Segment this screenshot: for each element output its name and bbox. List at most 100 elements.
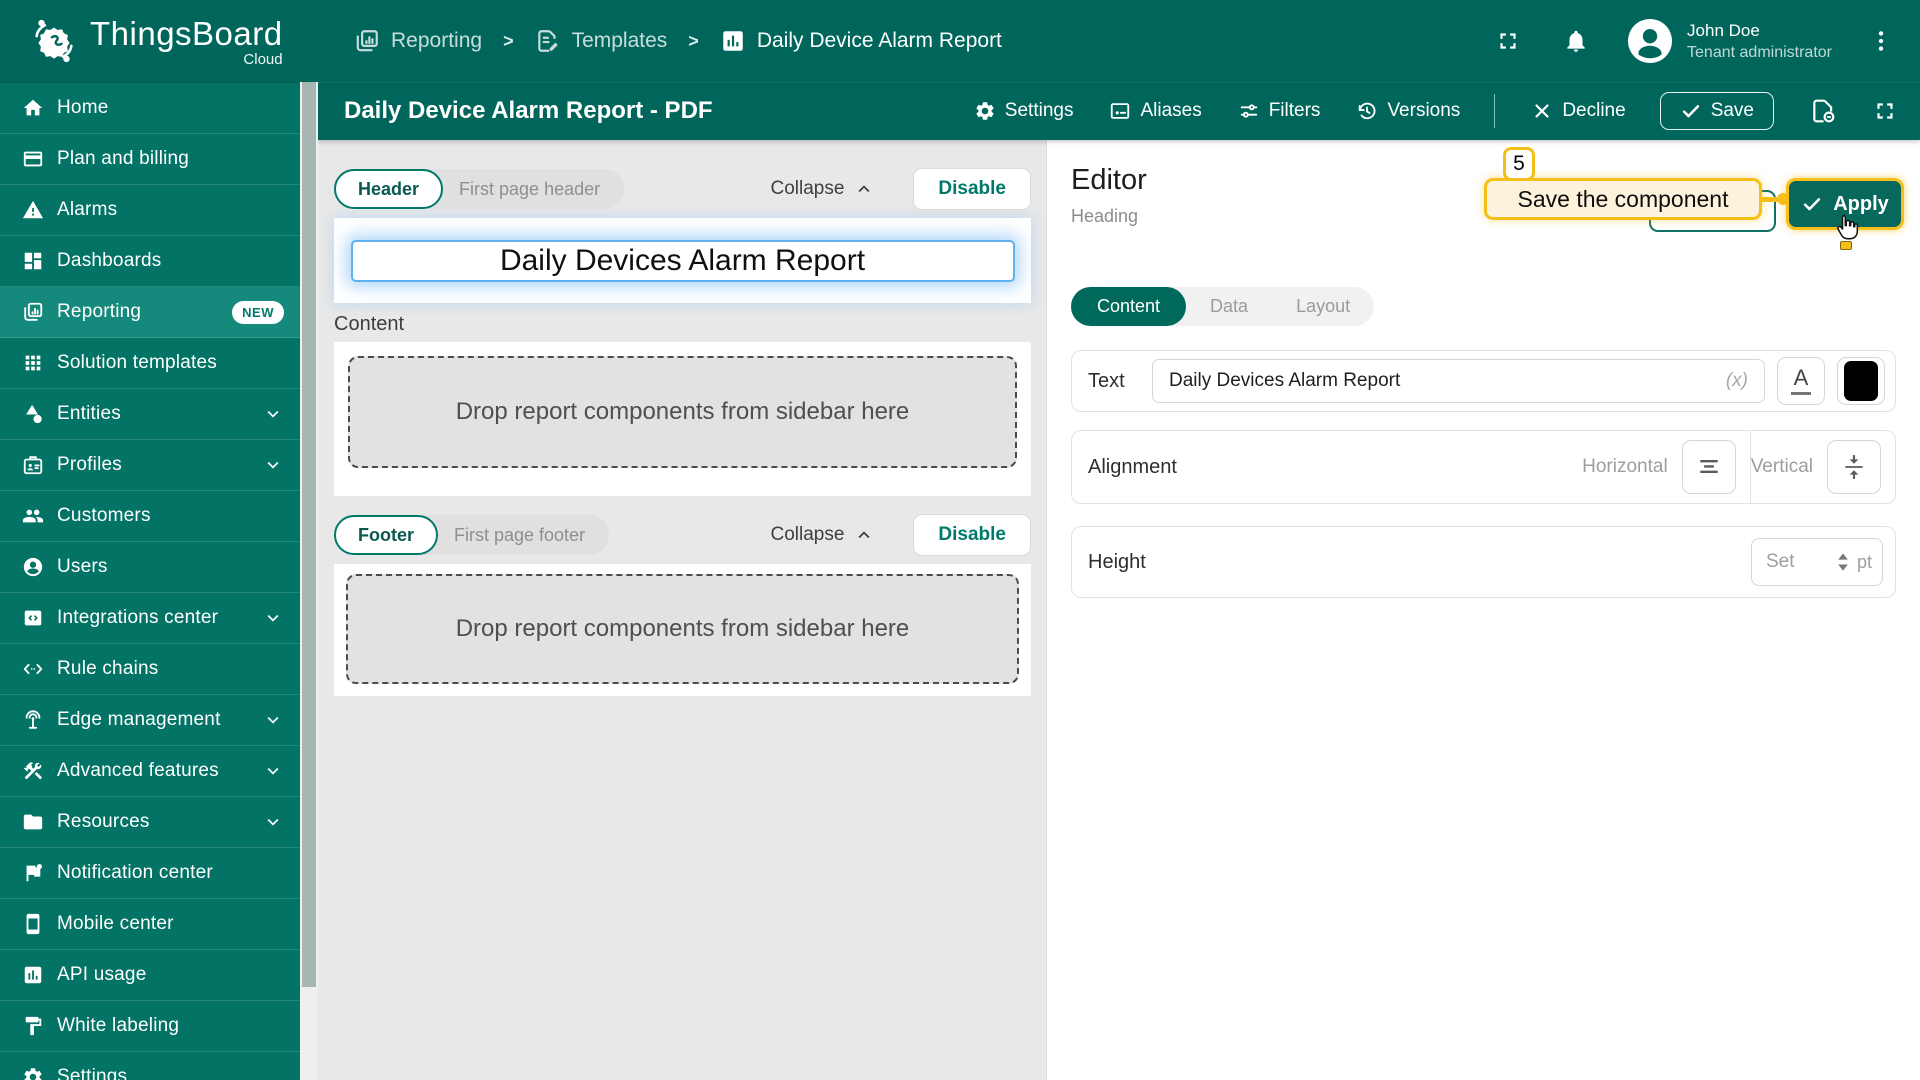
horizontal-align-button[interactable] bbox=[1681, 440, 1736, 494]
sidebar-item-reporting[interactable]: Reporting NEW bbox=[0, 287, 300, 338]
sidebar-item-label: Edge management bbox=[57, 709, 221, 730]
text-input[interactable]: Daily Devices Alarm Report (x) bbox=[1152, 359, 1765, 403]
vertical-align-button[interactable] bbox=[1827, 440, 1881, 494]
sidebar-item-label: Customers bbox=[57, 505, 151, 526]
save-button[interactable]: Save bbox=[1659, 92, 1774, 130]
sidebar-item-home[interactable]: Home bbox=[0, 83, 300, 134]
toolbar-fullscreen-icon[interactable] bbox=[1872, 98, 1898, 124]
report-title: Daily Device Alarm Report - PDF bbox=[344, 97, 713, 124]
home-icon bbox=[22, 97, 44, 119]
font-settings-button[interactable]: A bbox=[1777, 357, 1825, 405]
check-icon bbox=[1801, 193, 1823, 215]
height-input[interactable]: Set pt bbox=[1751, 538, 1883, 586]
height-stepper bbox=[1836, 552, 1850, 572]
aliases-button[interactable]: Aliases bbox=[1109, 100, 1202, 122]
fullscreen-icon[interactable] bbox=[1495, 28, 1521, 54]
chevron-up-icon bbox=[853, 524, 875, 546]
heading-component-input[interactable]: Daily Devices Alarm Report bbox=[350, 239, 1015, 282]
breadcrumb-item-1[interactable]: Reporting bbox=[354, 28, 482, 54]
avatar[interactable] bbox=[1627, 18, 1673, 64]
sidebar-item-integrations-center[interactable]: Integrations center bbox=[0, 593, 300, 644]
header-collapse-button[interactable]: Collapse bbox=[770, 178, 875, 200]
sidebar-item-alarms[interactable]: Alarms bbox=[0, 185, 300, 236]
stepper-down-icon[interactable] bbox=[1836, 563, 1850, 572]
insert-variable-button[interactable]: (x) bbox=[1726, 370, 1748, 392]
sidebar-item-edge-management[interactable]: Edge management bbox=[0, 695, 300, 746]
sidebar-item-advanced-features[interactable]: Advanced features bbox=[0, 746, 300, 797]
rulechains-icon bbox=[22, 658, 44, 680]
notifications-bell-icon[interactable] bbox=[1563, 28, 1589, 54]
annotation-tooltip: Save the component bbox=[1484, 178, 1762, 220]
footer-disable-button[interactable]: Disable bbox=[913, 514, 1031, 556]
sidebar-item-label: Alarms bbox=[57, 199, 118, 220]
sidebar-item-settings[interactable]: Settings bbox=[0, 1052, 300, 1080]
header-toggle-group: Header First page header bbox=[334, 169, 625, 209]
sidebar-item-dashboards[interactable]: Dashboards bbox=[0, 236, 300, 287]
first-page-header-chip[interactable]: First page header bbox=[443, 179, 624, 200]
resources-icon bbox=[22, 811, 44, 833]
footer-collapse-button[interactable]: Collapse bbox=[770, 524, 875, 546]
sidebar-item-entities[interactable]: Entities bbox=[0, 389, 300, 440]
settings-button[interactable]: Settings bbox=[974, 100, 1073, 122]
sidebar-item-users[interactable]: Users bbox=[0, 542, 300, 593]
content-section-label: Content bbox=[334, 313, 405, 335]
new-badge: NEW bbox=[232, 300, 284, 324]
vertical-align-center-icon bbox=[1841, 454, 1867, 480]
api-icon bbox=[22, 964, 44, 986]
reporting-icon bbox=[354, 28, 380, 54]
tab-layout[interactable]: Layout bbox=[1272, 287, 1374, 326]
footer-chip[interactable]: Footer bbox=[334, 515, 438, 555]
breadcrumb-item-2[interactable]: Templates bbox=[535, 28, 667, 54]
sidebar-item-resources[interactable]: Resources bbox=[0, 797, 300, 848]
brand-sub: Cloud bbox=[243, 50, 283, 68]
filters-button[interactable]: Filters bbox=[1238, 100, 1320, 122]
sidebar-item-rule-chains[interactable]: Rule chains bbox=[0, 644, 300, 695]
sidebar-item-customers[interactable]: Customers bbox=[0, 491, 300, 542]
height-row: Height Set pt bbox=[1071, 526, 1896, 598]
brand-name: ThingsBoard bbox=[90, 14, 283, 52]
report-preview-icon[interactable] bbox=[1810, 98, 1836, 124]
sidebar-item-solution-templates[interactable]: Solution templates bbox=[0, 338, 300, 389]
toolbar-actions: Settings Aliases Filters Versions bbox=[938, 100, 1460, 122]
user-menu[interactable]: John Doe Tenant administrator bbox=[1687, 21, 1832, 62]
toolbar-divider bbox=[1494, 94, 1496, 128]
underline-a-icon: A bbox=[1791, 367, 1811, 395]
header-chip[interactable]: Header bbox=[334, 169, 444, 209]
annotation-click-marker bbox=[1840, 241, 1852, 250]
sidebar-scrollbar-track bbox=[300, 82, 318, 1080]
font-color-button[interactable] bbox=[1837, 357, 1885, 405]
stepper-up-icon[interactable] bbox=[1836, 552, 1850, 561]
tab-content[interactable]: Content bbox=[1071, 287, 1187, 326]
sidebar-item-label: Solution templates bbox=[57, 352, 217, 373]
sidebar-item-white-labeling[interactable]: White labeling bbox=[0, 1001, 300, 1052]
breadcrumb-item-3[interactable]: Daily Device Alarm Report bbox=[720, 28, 1002, 54]
horizontal-label: Horizontal bbox=[1582, 456, 1668, 477]
versions-icon bbox=[1356, 100, 1378, 122]
height-label: Height bbox=[1088, 550, 1146, 573]
height-placeholder: Set bbox=[1766, 551, 1795, 572]
users-icon bbox=[22, 556, 44, 578]
sidebar-item-profiles[interactable]: Profiles bbox=[0, 440, 300, 491]
sidebar-item-label: Advanced features bbox=[57, 760, 219, 781]
templates-icon bbox=[535, 28, 561, 54]
sidebar-scrollbar-thumb[interactable] bbox=[302, 82, 316, 987]
sidebar-item-label: Users bbox=[57, 556, 108, 577]
header-disable-button[interactable]: Disable bbox=[913, 168, 1031, 210]
decline-button[interactable]: Decline bbox=[1531, 100, 1626, 122]
tab-data[interactable]: Data bbox=[1186, 287, 1272, 326]
brand[interactable]: ThingsBoard Cloud bbox=[0, 15, 300, 68]
content-dropzone[interactable]: Drop report components from sidebar here bbox=[348, 356, 1017, 468]
topbar: ThingsBoard Cloud Reporting > Templates > Da… bbox=[0, 0, 1920, 82]
sidebar-item-notification-center[interactable]: Notification center bbox=[0, 848, 300, 899]
versions-button[interactable]: Versions bbox=[1356, 100, 1460, 122]
sidebar-item-mobile-center[interactable]: Mobile center bbox=[0, 899, 300, 950]
sidebar-item-api-usage[interactable]: API usage bbox=[0, 950, 300, 1001]
first-page-footer-chip[interactable]: First page footer bbox=[438, 525, 609, 546]
integrations-icon bbox=[22, 607, 44, 629]
annotation-step-badge: 5 bbox=[1503, 147, 1535, 181]
toolbar-action-label: Versions bbox=[1387, 100, 1461, 121]
footer-dropzone[interactable]: Drop report components from sidebar here bbox=[346, 574, 1019, 684]
sidebar-item-plan-and-billing[interactable]: Plan and billing bbox=[0, 134, 300, 185]
kebab-menu-icon[interactable] bbox=[1868, 28, 1894, 54]
breadcrumb: Reporting > Templates > Daily Device Alarm R… bbox=[354, 28, 1002, 54]
